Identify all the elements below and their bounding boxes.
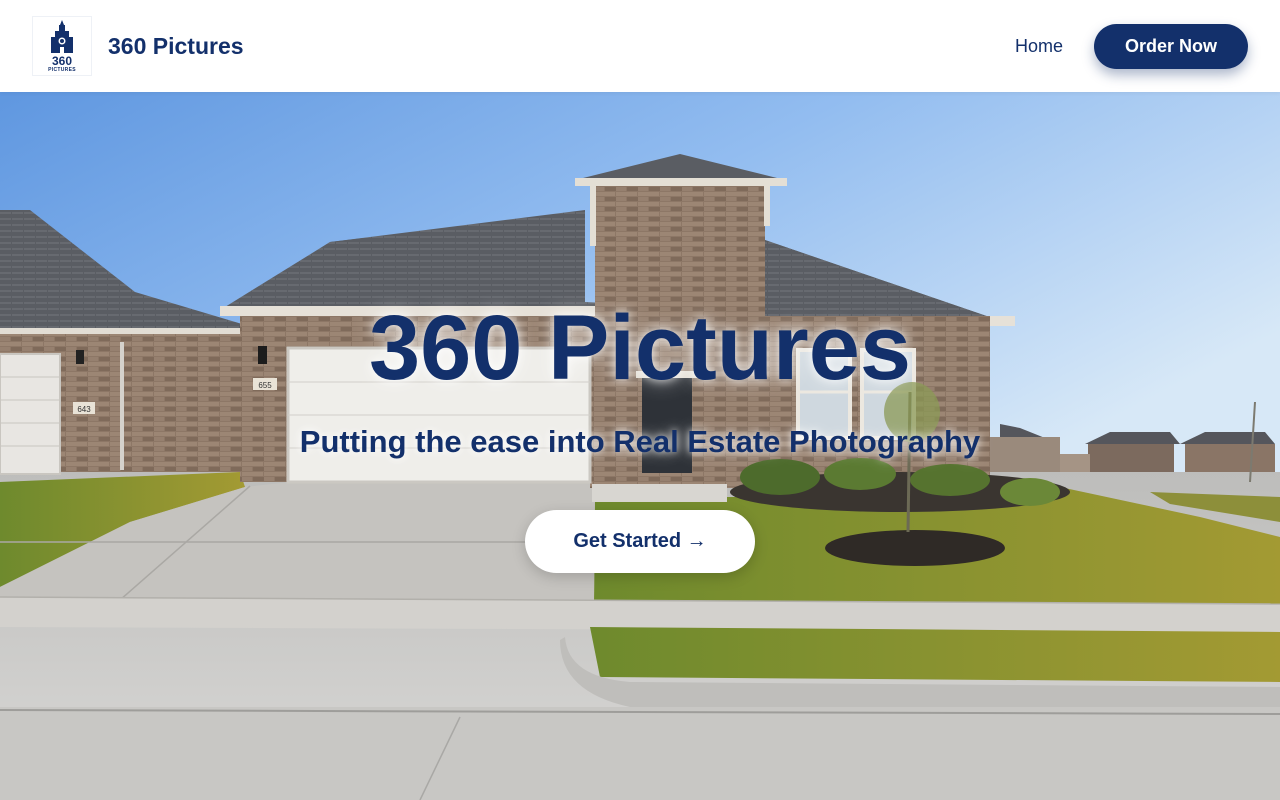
site-header: 360 PICTURES 360 Pictures Home Order Now: [0, 0, 1280, 92]
logo[interactable]: 360 PICTURES: [32, 16, 92, 76]
logo-subtext: PICTURES: [48, 67, 76, 73]
building-tower-icon: [51, 20, 73, 53]
logo-number: 360: [51, 54, 73, 68]
hero-title: 360 Pictures: [368, 297, 912, 399]
hero-subtitle: Putting the ease into Real Estate Photog…: [299, 424, 981, 459]
get-started-button[interactable]: Get Started →: [525, 510, 755, 573]
order-now-button[interactable]: Order Now: [1094, 24, 1248, 69]
hero-section: 643 655 360 Pictures Putting the ease in…: [0, 92, 1280, 800]
brand-name[interactable]: 360 Pictures: [108, 32, 244, 60]
nav-home-link[interactable]: Home: [1015, 36, 1063, 56]
house-number-left: 643: [77, 405, 91, 414]
